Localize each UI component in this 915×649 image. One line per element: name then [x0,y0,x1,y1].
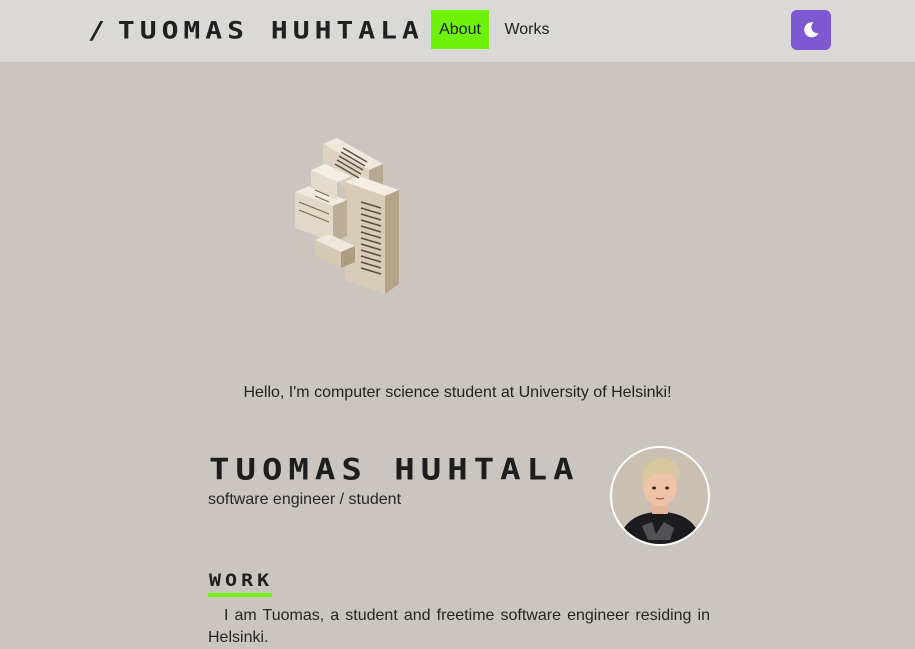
brand-name: TUOMAS HUHTALA [117,16,424,45]
avatar [610,446,710,546]
voxel-building-model[interactable] [285,130,410,300]
profile-photo [612,448,708,544]
moon-icon [804,22,819,38]
brand-logo[interactable]: / TUOMAS HUHTALA [88,17,424,46]
profile-name: TUOMAS HUHTALA [209,453,580,487]
theme-toggle-button[interactable] [791,10,831,50]
navbar: / TUOMAS HUHTALA About Works [0,0,915,62]
nav-link-works[interactable]: Works [495,10,559,49]
section-title-work: WORK [209,569,274,591]
section-underline [208,593,272,597]
brand-slash: / [88,16,110,45]
profile-role: software engineer / student [208,491,402,508]
nav-link-about[interactable]: About [431,10,489,49]
work-paragraph: I am Tuomas, a student and freetime soft… [208,607,710,646]
intro-text: Hello, I'm computer science student at U… [243,384,672,401]
